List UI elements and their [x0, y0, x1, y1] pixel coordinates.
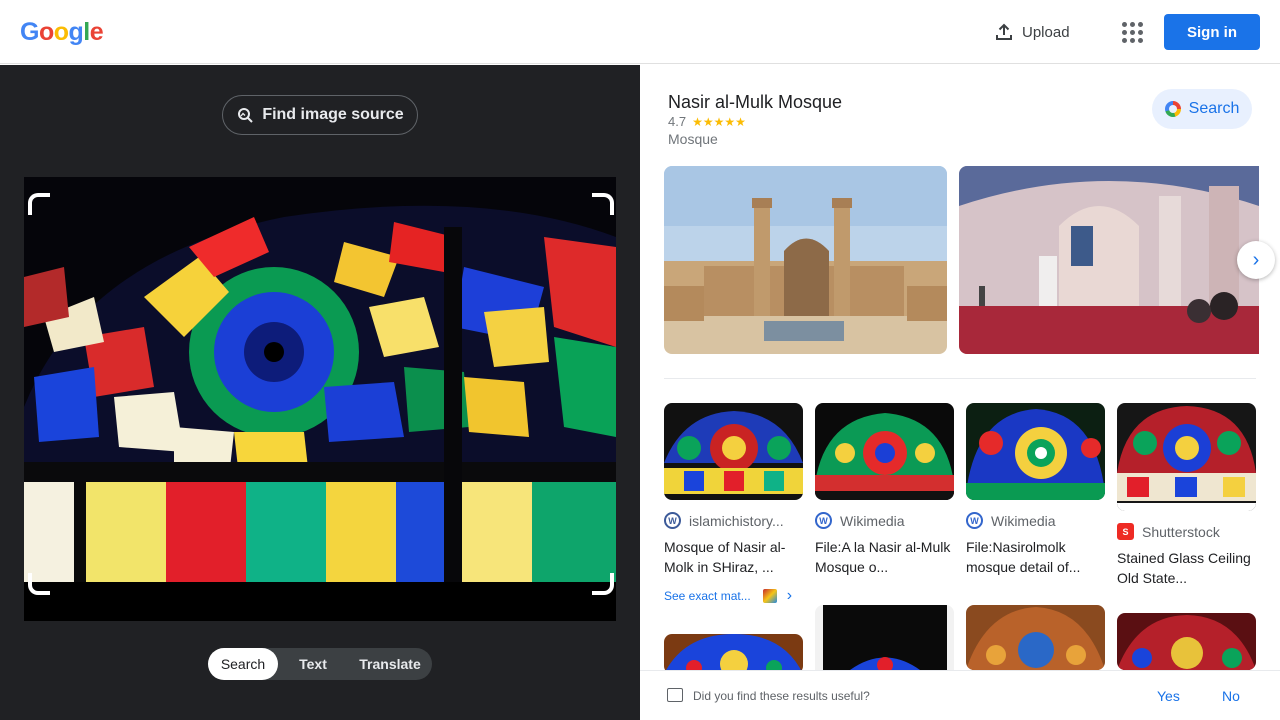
- chevron-right-icon: ›: [786, 587, 793, 604]
- section-divider: [664, 378, 1256, 379]
- result-thumbnail: [664, 403, 803, 500]
- google-apps-icon[interactable]: [1116, 16, 1148, 48]
- upload-label: Upload: [1022, 23, 1070, 41]
- feedback-bar: Did you find these results useful? Yes N…: [640, 670, 1280, 720]
- entity-title[interactable]: Nasir al-Mulk Mosque: [668, 92, 842, 113]
- wikimedia-icon: W: [966, 512, 983, 529]
- wordpress-icon: W: [664, 512, 681, 529]
- result-thumbnail: [1117, 613, 1256, 670]
- result-card[interactable]: S Shutterstock Stained Glass Ceiling Old…: [1117, 403, 1256, 588]
- query-image-pane: Find image source Search Text Translate: [0, 65, 640, 720]
- mosque-exterior-photo[interactable]: [664, 166, 947, 354]
- crop-handle-bottom-left[interactable]: [28, 573, 50, 595]
- find-image-source-button[interactable]: Find image source: [222, 95, 418, 135]
- result-source: islamichistory...: [689, 512, 784, 529]
- upload-icon: [996, 23, 1012, 40]
- result-title: File:Nasirolmolk mosque detail of...: [966, 539, 1081, 575]
- search-entity-label: Search: [1188, 100, 1240, 117]
- upload-button[interactable]: Upload: [984, 14, 1080, 50]
- carousel-next-button[interactable]: ›: [1237, 241, 1275, 279]
- mosque-interior-photo[interactable]: [959, 166, 1259, 354]
- result-thumbnail: [966, 605, 1105, 670]
- see-exact-matches-label: See exact mat...: [664, 589, 751, 603]
- query-image[interactable]: [24, 177, 616, 621]
- results-pane: Nasir al-Mulk Mosque 4.7 ★★★★★ Mosque Se…: [640, 65, 1280, 720]
- sign-in-button[interactable]: Sign in: [1164, 14, 1260, 50]
- logo-letter: o: [38, 18, 54, 46]
- chevron-right-icon: ›: [1252, 248, 1260, 271]
- result-card[interactable]: W Wikimedia File:Nasirolmolk mosque deta…: [966, 403, 1105, 577]
- feedback-no-button[interactable]: No: [1222, 688, 1240, 704]
- find-image-source-label: Find image source: [262, 106, 404, 123]
- feedback-question: Did you find these results useful?: [693, 689, 870, 703]
- google-logo[interactable]: Google: [20, 18, 104, 47]
- result-thumbnail: [966, 403, 1105, 500]
- image-search-icon: [238, 108, 254, 123]
- google-g-icon: [1164, 101, 1181, 117]
- mode-tabs: Search Text Translate: [208, 648, 432, 680]
- top-bar: Google Upload Sign in: [0, 0, 1280, 64]
- tab-translate[interactable]: Translate: [348, 648, 432, 680]
- entity-type: Mosque: [668, 131, 718, 147]
- stained-glass-photo: [24, 177, 616, 621]
- result-thumbnail: [664, 634, 803, 674]
- result-source: Wikimedia: [991, 512, 1056, 529]
- result-card[interactable]: [664, 634, 803, 674]
- result-title: Mosque of Nasir al-Molk in SHiraz, ...: [664, 539, 786, 575]
- logo-letter: g: [68, 18, 84, 46]
- result-card[interactable]: [815, 605, 954, 670]
- shutterstock-icon: S: [1117, 523, 1134, 540]
- feedback-icon: [667, 688, 683, 702]
- wikimedia-icon: W: [815, 512, 832, 529]
- result-card[interactable]: [1117, 613, 1256, 670]
- result-card[interactable]: W Wikimedia File:A la Nasir al-Mulk Mosq…: [815, 403, 954, 577]
- tab-text[interactable]: Text: [278, 648, 348, 680]
- result-card[interactable]: [966, 605, 1105, 670]
- result-thumbnail: [815, 605, 954, 670]
- tab-search[interactable]: Search: [208, 648, 278, 680]
- logo-letter: e: [89, 18, 104, 46]
- result-thumbnail: [1117, 403, 1256, 511]
- logo-letter: o: [53, 18, 69, 46]
- exact-match-thumbnail: [762, 589, 777, 603]
- result-source: Wikimedia: [840, 512, 905, 529]
- crop-handle-top-right[interactable]: [592, 193, 614, 215]
- result-card[interactable]: W islamichistory... Mosque of Nasir al-M…: [664, 403, 803, 605]
- see-exact-matches-link[interactable]: See exact mat... ›: [664, 587, 803, 605]
- rating-row: 4.7 ★★★★★: [668, 114, 746, 129]
- crop-handle-top-left[interactable]: [28, 193, 50, 215]
- star-rating-icon: ★★★★★: [692, 114, 746, 129]
- feedback-yes-button[interactable]: Yes: [1157, 688, 1180, 704]
- rating-value: 4.7: [668, 114, 687, 129]
- result-title: File:A la Nasir al-Mulk Mosque o...: [815, 539, 951, 575]
- result-thumbnail: [815, 403, 954, 500]
- result-title: Stained Glass Ceiling Old State...: [1117, 550, 1251, 586]
- logo-letter: G: [20, 18, 39, 46]
- result-source: Shutterstock: [1142, 523, 1220, 540]
- search-entity-button[interactable]: Search: [1152, 89, 1252, 129]
- crop-handle-bottom-right[interactable]: [592, 573, 614, 595]
